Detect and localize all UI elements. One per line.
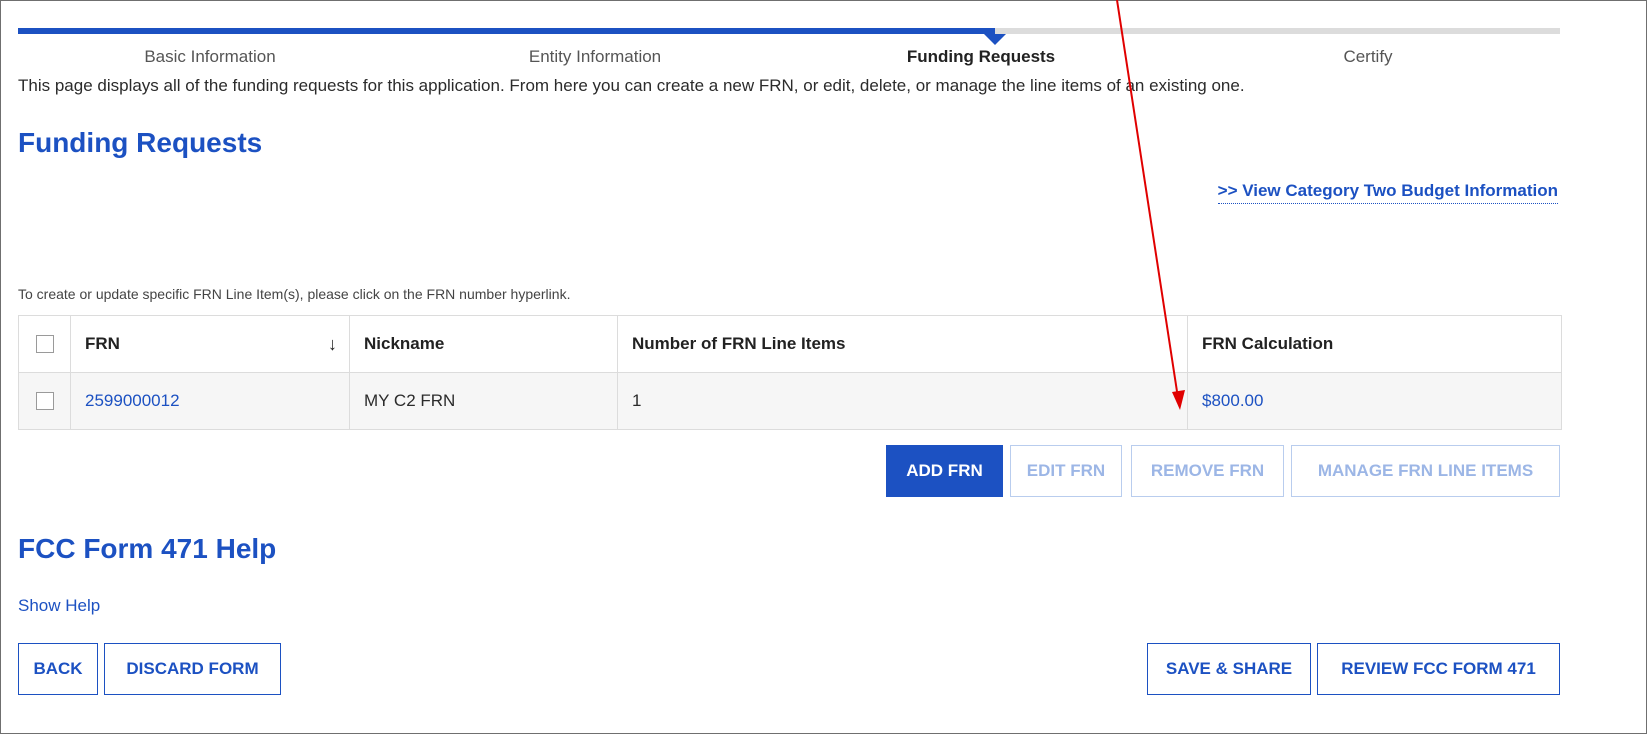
row-line-items: 1 (618, 373, 1188, 429)
row-checkbox-cell (19, 373, 71, 429)
row-select-checkbox[interactable] (35, 392, 54, 410)
page-title: Funding Requests (18, 127, 263, 158)
progress-stepper (18, 28, 1560, 45)
edit-frn-button[interactable]: EDIT FRN (1010, 445, 1122, 497)
page-frame: Basic Information Entity Information Fun… (0, 0, 1647, 734)
row-nickname: MY C2 FRN (350, 373, 618, 429)
intro-text: This page displays all of the funding re… (18, 76, 1245, 95)
step-entity-information: Entity Information (528, 47, 662, 66)
view-category-two-budget-link[interactable]: >> View Category Two Budget Information (1217, 181, 1558, 204)
table-header-row: FRN ↓ Nickname Number of FRN Line Items … (19, 316, 1561, 373)
step-basic-information: Basic Information (144, 47, 276, 66)
arrow-down-icon[interactable]: ↓ (328, 334, 337, 355)
add-frn-button[interactable]: ADD FRN (886, 445, 1003, 497)
select-all-checkbox[interactable] (35, 335, 54, 353)
save-and-share-button[interactable]: SAVE & SHARE (1147, 643, 1311, 695)
help-title: FCC Form 471 Help (18, 533, 277, 564)
header-frn-calculation[interactable]: FRN Calculation (1188, 316, 1561, 372)
manage-frn-line-items-button[interactable]: MANAGE FRN LINE ITEMS (1291, 445, 1560, 497)
frn-hint-text: To create or update specific FRN Line It… (18, 286, 571, 302)
step-certify: Certify (1343, 47, 1393, 66)
review-fcc-form-471-button[interactable]: REVIEW FCC FORM 471 (1317, 643, 1560, 695)
header-checkbox-cell (19, 316, 71, 372)
show-help-link[interactable]: Show Help (18, 596, 100, 616)
header-line-items[interactable]: Number of FRN Line Items (618, 316, 1188, 372)
header-nickname[interactable]: Nickname (350, 316, 618, 372)
frn-number-link[interactable]: 2599000012 (85, 391, 180, 411)
header-frn[interactable]: FRN ↓ (71, 316, 350, 372)
stepper-current-marker-icon (984, 34, 1006, 45)
remove-frn-button[interactable]: REMOVE FRN (1131, 445, 1284, 497)
stepper-progress-fill (18, 28, 995, 34)
header-frn-label: FRN (85, 334, 120, 353)
frn-calculation-link[interactable]: $800.00 (1202, 391, 1263, 411)
discard-form-button[interactable]: DISCARD FORM (104, 643, 281, 695)
step-funding-requests: Funding Requests (906, 47, 1056, 66)
back-button[interactable]: BACK (18, 643, 98, 695)
row-frn-cell: 2599000012 (71, 373, 350, 429)
funding-requests-table: FRN ↓ Nickname Number of FRN Line Items … (18, 315, 1562, 430)
row-frn-calculation-cell: $800.00 (1188, 373, 1561, 429)
table-row: 2599000012 MY C2 FRN 1 $800.00 (19, 373, 1561, 429)
